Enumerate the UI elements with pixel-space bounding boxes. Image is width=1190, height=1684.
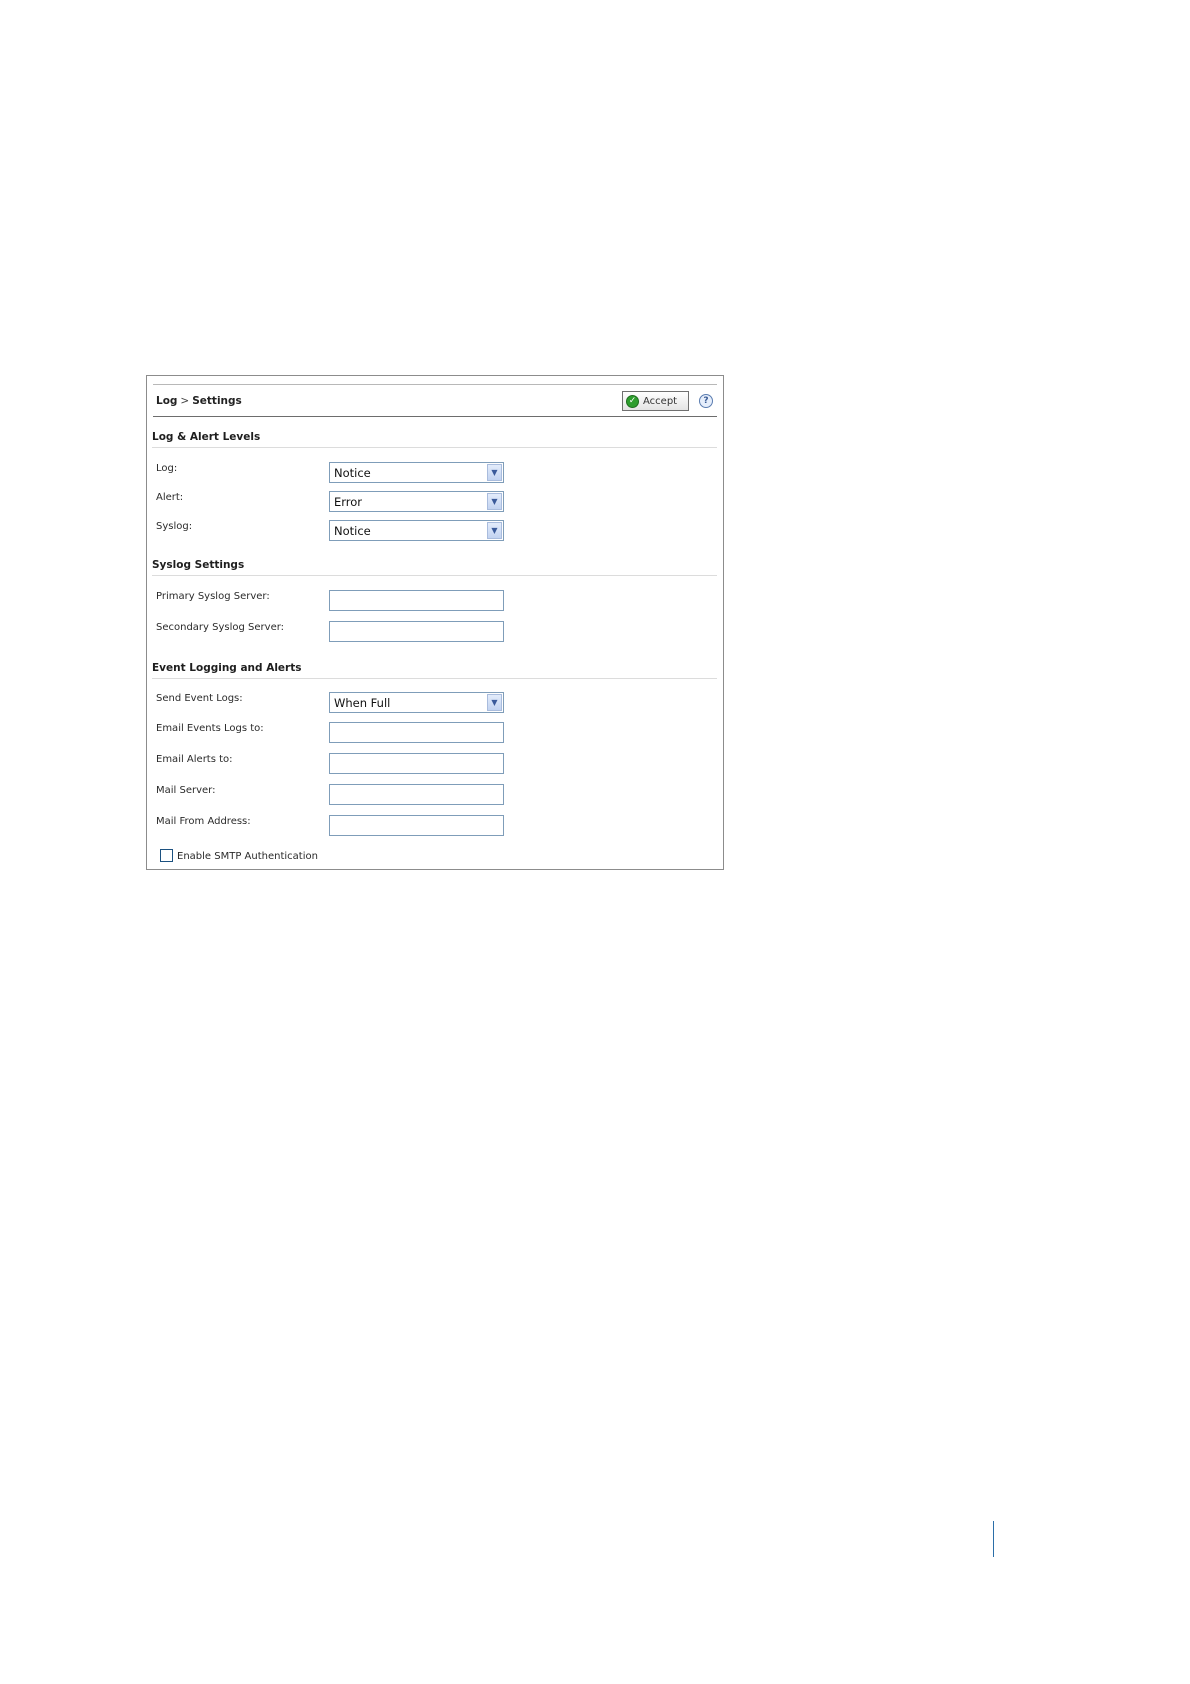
mail-from-address-input[interactable] (329, 815, 504, 836)
email-events-logs-label: Email Events Logs to: (156, 723, 264, 734)
header-bottom-rule (153, 416, 717, 417)
alert-level-value: Error (334, 495, 363, 509)
section-divider (152, 447, 717, 448)
breadcrumb-page: Settings (192, 395, 242, 407)
secondary-syslog-server-label: Secondary Syslog Server: (156, 622, 285, 633)
mail-from-address-label: Mail From Address: (156, 816, 251, 827)
chevron-down-icon[interactable]: ▼ (487, 522, 502, 539)
email-events-logs-input[interactable] (329, 722, 504, 743)
section-divider (152, 575, 717, 576)
syslog-level-label: Syslog: (156, 521, 193, 532)
check-circle-icon: ✓ (626, 394, 639, 408)
breadcrumb-separator: > (180, 395, 190, 407)
chevron-down-icon[interactable]: ▼ (487, 694, 502, 711)
email-alerts-label: Email Alerts to: (156, 754, 233, 765)
secondary-syslog-server-input[interactable] (329, 621, 504, 642)
log-settings-screenshot: Log > Settings ✓ Accept ? Log & Alert Le… (146, 375, 724, 870)
help-icon[interactable]: ? (699, 394, 713, 408)
mail-server-label: Mail Server: (156, 785, 216, 796)
primary-syslog-server-label: Primary Syslog Server: (156, 591, 270, 602)
section-divider (152, 678, 717, 679)
log-level-label: Log: (156, 463, 178, 474)
email-alerts-input[interactable] (329, 753, 504, 774)
log-level-value: Notice (334, 466, 371, 480)
primary-syslog-server-input[interactable] (329, 590, 504, 611)
section-title-event-logging: Event Logging and Alerts (152, 662, 302, 674)
alert-level-label: Alert: (156, 492, 184, 503)
header-top-rule (153, 384, 717, 385)
breadcrumb-section[interactable]: Log (156, 395, 177, 407)
send-event-logs-label: Send Event Logs: (156, 693, 243, 704)
accept-button-label: Accept (643, 395, 678, 407)
smtp-authentication-checkbox[interactable] (160, 849, 173, 862)
chevron-down-icon[interactable]: ▼ (487, 464, 502, 481)
chevron-down-icon[interactable]: ▼ (487, 493, 502, 510)
alert-level-select[interactable]: Error ▼ (329, 491, 504, 512)
syslog-level-select[interactable]: Notice ▼ (329, 520, 504, 541)
smtp-authentication-label[interactable]: Enable SMTP Authentication (177, 851, 318, 862)
breadcrumb: Log > Settings (156, 395, 242, 407)
section-title-log-alert-levels: Log & Alert Levels (152, 431, 261, 443)
syslog-level-value: Notice (334, 524, 371, 538)
accept-button[interactable]: ✓ Accept (622, 391, 689, 411)
send-event-logs-value: When Full (334, 696, 391, 710)
send-event-logs-select[interactable]: When Full ▼ (329, 692, 504, 713)
mail-server-input[interactable] (329, 784, 504, 805)
section-title-syslog-settings: Syslog Settings (152, 559, 245, 571)
log-level-select[interactable]: Notice ▼ (329, 462, 504, 483)
page-margin-marker (993, 1521, 994, 1557)
